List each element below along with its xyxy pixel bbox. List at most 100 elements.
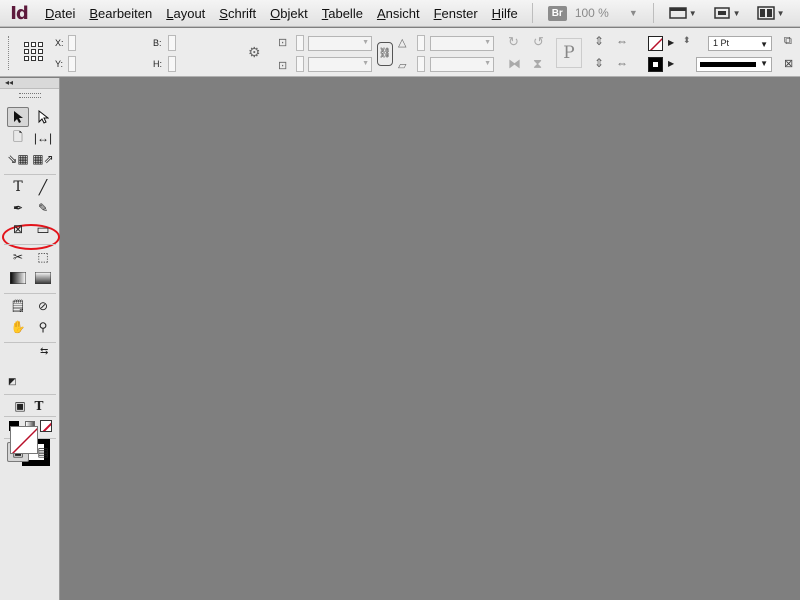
indesign-logo: Id bbox=[10, 2, 29, 24]
y-stepper[interactable] bbox=[68, 56, 76, 72]
fill-menu-arrow-icon[interactable]: ▶ bbox=[668, 59, 674, 68]
screen-mode-button[interactable]: ▼ bbox=[713, 6, 741, 20]
type-tool[interactable]: T bbox=[7, 177, 29, 197]
menu-ansicht[interactable]: Ansicht bbox=[370, 0, 427, 27]
fill-swatch[interactable] bbox=[648, 57, 663, 72]
chevron-down-icon: ▼ bbox=[688, 8, 697, 18]
rotate-angle-icon: △ bbox=[398, 37, 407, 49]
menu-tabelle[interactable]: Tabelle bbox=[315, 0, 370, 27]
menu-hilfe[interactable]: Hilfe bbox=[485, 0, 525, 27]
frame-fitting-icon[interactable]: ⊠ bbox=[784, 57, 793, 70]
menu-bar: Id Datei Bearbeiten Layout Schrift Objek… bbox=[0, 0, 800, 27]
tools-divider bbox=[4, 244, 56, 245]
document-canvas[interactable] bbox=[61, 78, 800, 600]
tools-divider bbox=[4, 416, 56, 417]
rotate-stepper[interactable] bbox=[417, 35, 425, 51]
scale-y-stepper[interactable] bbox=[296, 56, 304, 72]
note-tool[interactable]: 🗒 bbox=[7, 296, 29, 316]
stroke-weight-field[interactable]: 1 Pt ▼ bbox=[708, 36, 772, 51]
menu-datei[interactable]: Datei bbox=[38, 0, 82, 27]
zoom-tool[interactable]: ⚲ bbox=[32, 317, 54, 337]
shear-field[interactable]: ▼ bbox=[430, 57, 494, 72]
stroke-swatch[interactable] bbox=[648, 36, 663, 51]
gap-tool[interactable]: |↔| bbox=[32, 128, 54, 148]
scale-y-field[interactable]: ▼ bbox=[308, 57, 372, 72]
select-next-icon[interactable]: ⇔ bbox=[616, 56, 628, 70]
hand-tool[interactable]: ✋ bbox=[7, 317, 29, 337]
swap-colors-icon[interactable]: ⇆ bbox=[40, 346, 48, 357]
reference-point-icon[interactable] bbox=[24, 42, 43, 61]
gradient-swatch-tool[interactable] bbox=[7, 268, 29, 288]
chevron-down-icon: ▼ bbox=[732, 8, 741, 18]
width-stepper[interactable] bbox=[168, 35, 176, 51]
none-color-icon bbox=[11, 427, 37, 453]
stroke-menu-arrow-icon[interactable]: ▶ bbox=[668, 38, 674, 47]
gradient-feather-tool[interactable] bbox=[32, 268, 54, 288]
menu-layout[interactable]: Layout bbox=[159, 0, 212, 27]
stroke-weight-stepper[interactable]: ⬍ bbox=[683, 35, 691, 46]
x-stepper[interactable] bbox=[68, 35, 76, 51]
select-container-icon[interactable]: ⇕ bbox=[594, 34, 604, 48]
shear-stepper[interactable] bbox=[417, 56, 425, 72]
free-transform-tool[interactable]: ⬚ bbox=[32, 247, 54, 267]
selection-tool[interactable] bbox=[7, 107, 29, 127]
line-tool[interactable]: ╱ bbox=[32, 177, 54, 197]
tools-panel-collapse[interactable]: ◂◂ bbox=[0, 78, 59, 89]
stroke-type-preview bbox=[700, 62, 756, 67]
paragraph-icon[interactable]: P bbox=[556, 38, 582, 68]
select-content-icon[interactable]: ⇕ bbox=[594, 56, 604, 70]
formatting-text-button[interactable]: T bbox=[28, 396, 50, 416]
scale-x-icon: ⊡ bbox=[278, 37, 288, 49]
rotate-cw-icon[interactable]: ↻ bbox=[508, 34, 519, 50]
pen-tool[interactable]: ✒ bbox=[7, 198, 29, 218]
direct-selection-tool[interactable] bbox=[32, 107, 54, 127]
gradient-feather-icon bbox=[35, 272, 51, 284]
type-t-icon: T bbox=[13, 179, 23, 195]
menu-fenster[interactable]: Fenster bbox=[427, 0, 485, 27]
scale-y-icon: ⊡ bbox=[278, 60, 288, 72]
select-previous-icon[interactable]: ⇔ bbox=[616, 34, 628, 48]
default-colors-icon[interactable]: ◩ bbox=[8, 376, 17, 387]
y-label: Y: bbox=[55, 59, 64, 69]
scale-x-field[interactable]: ▼ bbox=[308, 36, 372, 51]
page-tool[interactable]: 🗋 bbox=[7, 128, 29, 148]
rectangle-icon: ▭ bbox=[36, 220, 50, 237]
menu-bearbeiten[interactable]: Bearbeiten bbox=[82, 0, 159, 27]
menu-separator bbox=[652, 3, 654, 23]
scale-x-stepper[interactable] bbox=[296, 35, 304, 51]
fill-color-swatch[interactable] bbox=[10, 426, 38, 454]
arrange-documents-button[interactable]: ▼ bbox=[756, 6, 785, 20]
rotate-ccw-icon[interactable]: ↺ bbox=[533, 34, 544, 50]
height-stepper[interactable] bbox=[168, 56, 176, 72]
stroke-type-dropdown[interactable]: ▼ bbox=[696, 57, 772, 72]
link-icon[interactable]: ⛓ bbox=[377, 42, 393, 66]
hand-icon: ✋ bbox=[10, 320, 26, 334]
menu-objekt[interactable]: Objekt bbox=[263, 0, 315, 27]
tools-panel-grip[interactable] bbox=[18, 93, 41, 98]
flip-horizontal-icon[interactable]: ⧓ bbox=[508, 56, 521, 72]
content-placer-tool[interactable]: ▦⇗ bbox=[32, 149, 54, 169]
fill-swatch-inner bbox=[653, 62, 658, 67]
flip-vertical-icon[interactable]: ⧗ bbox=[533, 56, 542, 72]
preview-mode-icon: ▤ bbox=[37, 445, 49, 459]
none-slash-icon bbox=[42, 422, 51, 431]
eyedropper-tool[interactable]: ⊘ bbox=[32, 296, 54, 316]
rectangle-frame-tool[interactable]: ⊠ bbox=[7, 219, 29, 239]
none-swatch-icon bbox=[649, 37, 662, 50]
pencil-tool[interactable]: ✎ bbox=[32, 198, 54, 218]
toggle-panel-icon[interactable]: ⧉ bbox=[784, 35, 792, 48]
constrain-proportions-icon[interactable]: ⚙ bbox=[248, 44, 261, 61]
view-options-button[interactable]: ▼ bbox=[668, 6, 697, 20]
zoom-level[interactable]: 100 % bbox=[575, 6, 629, 20]
scissors-tool[interactable]: ✂ bbox=[7, 247, 29, 267]
content-collector-tool[interactable]: ⇘▦ bbox=[7, 149, 29, 169]
panel-grip[interactable] bbox=[8, 36, 11, 70]
zoom-dropdown-icon[interactable]: ▼ bbox=[629, 8, 638, 18]
note-icon: 🗒 bbox=[10, 299, 26, 313]
apply-none-button[interactable] bbox=[40, 420, 52, 432]
rectangle-tool[interactable]: ▭ bbox=[32, 219, 54, 239]
selection-arrow-icon bbox=[14, 111, 23, 123]
menu-schrift[interactable]: Schrift bbox=[212, 0, 263, 27]
rotate-field[interactable]: ▼ bbox=[430, 36, 494, 51]
bridge-button[interactable]: Br bbox=[547, 5, 567, 21]
